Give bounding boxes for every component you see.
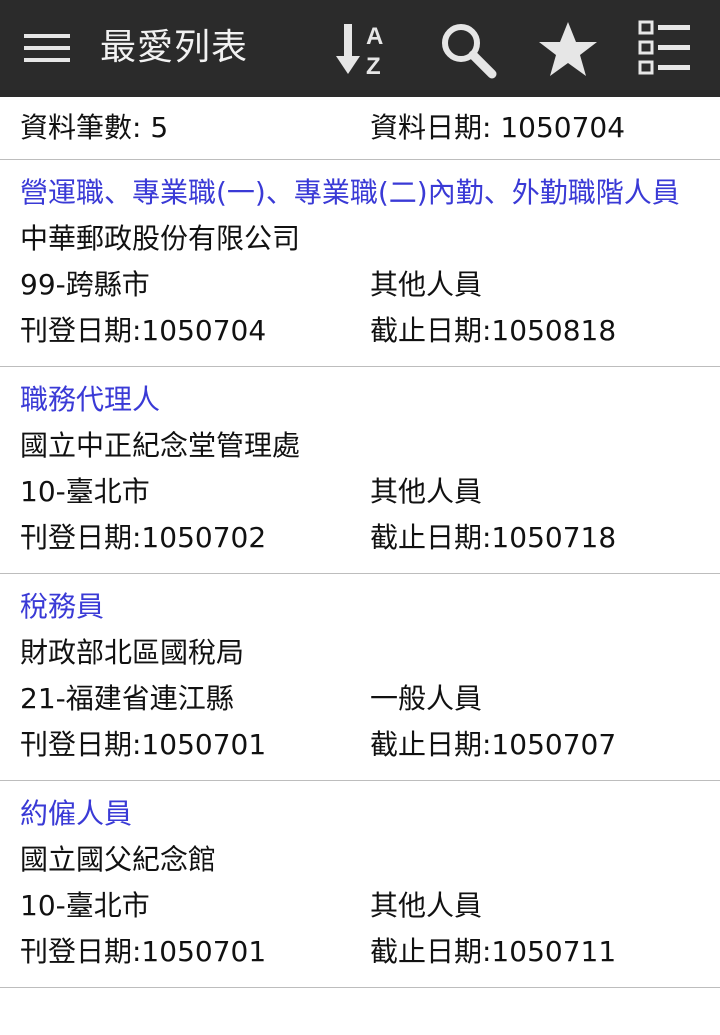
organization: 國立國父紀念館 [20,843,217,876]
post-date: 刊登日期:1050704 [20,314,267,347]
end-date: 截止日期:1050707 [370,728,617,761]
search-icon[interactable] [436,18,500,80]
post-date: 刊登日期:1050701 [20,728,267,761]
location: 99-跨縣市 [20,268,150,301]
job-title: 約僱人員 [20,797,133,830]
list-item[interactable]: 稅務員 財政部北區國稅局 21-福建省連江縣 一般人員 刊登日期:1050701… [0,574,720,781]
hamburger-menu-icon[interactable] [22,28,74,68]
organization: 財政部北區國稅局 [20,636,245,669]
star-icon[interactable] [536,18,600,80]
sort-az-icon[interactable]: A Z [334,18,398,80]
page-title: 最愛列表 [100,27,249,68]
end-date: 截止日期:1050818 [370,314,617,347]
personnel-category: 一般人員 [370,682,483,715]
record-count: 資料筆數: 5 [20,111,169,144]
list-item[interactable]: 職務代理人 國立中正紀念堂管理處 10-臺北市 其他人員 刊登日期:105070… [0,367,720,574]
list-item[interactable]: 約僱人員 國立國父紀念館 10-臺北市 其他人員 刊登日期:1050701 截止… [0,781,720,988]
list-item[interactable]: 營運職、專業職(一)、專業職(二)內勤、外勤職階人員 中華郵政股份有限公司 99… [0,160,720,367]
summary-bar: 資料筆數: 5 資料日期: 1050704 [0,97,720,160]
location: 21-福建省連江縣 [20,682,234,715]
location: 10-臺北市 [20,475,150,508]
location: 10-臺北市 [20,889,150,922]
list-icon[interactable] [632,18,696,80]
favorites-list: 營運職、專業職(一)、專業職(二)內勤、外勤職階人員 中華郵政股份有限公司 99… [0,160,720,988]
organization: 中華郵政股份有限公司 [20,222,301,255]
end-date: 截止日期:1050711 [370,935,617,968]
app-bar: 最愛列表 A Z [0,0,720,97]
end-date: 截止日期:1050718 [370,521,617,554]
personnel-category: 其他人員 [370,889,483,922]
svg-text:Z: Z [366,53,381,80]
job-title: 營運職、專業職(一)、專業職(二)內勤、外勤職階人員 [20,176,680,209]
job-title: 稅務員 [20,590,105,623]
personnel-category: 其他人員 [370,268,483,301]
svg-text:A: A [366,23,383,50]
post-date: 刊登日期:1050701 [20,935,267,968]
personnel-category: 其他人員 [370,475,483,508]
data-date: 資料日期: 1050704 [370,111,626,144]
organization: 國立中正紀念堂管理處 [20,429,301,462]
post-date: 刊登日期:1050702 [20,521,267,554]
job-title: 職務代理人 [20,383,161,416]
